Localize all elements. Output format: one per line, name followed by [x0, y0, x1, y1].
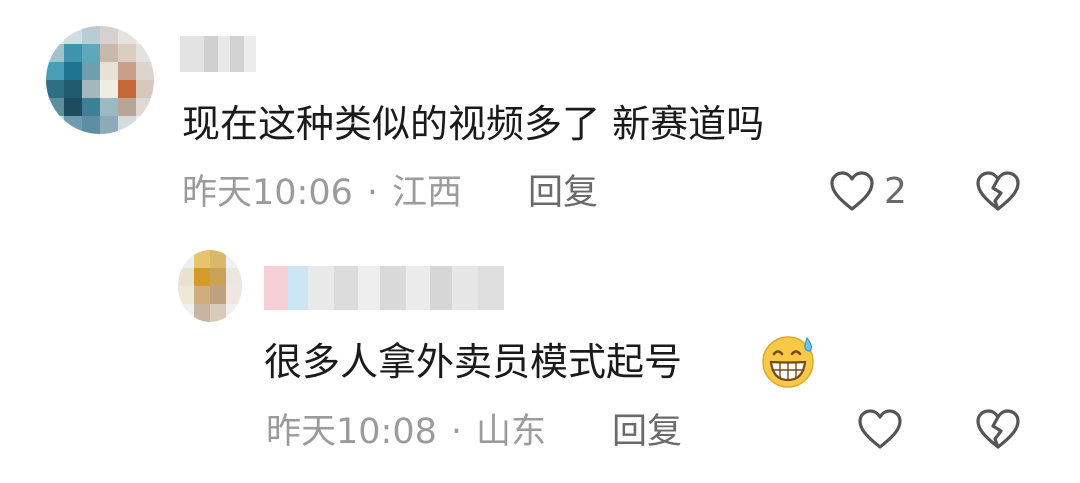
comment-location: 江西 — [392, 173, 463, 213]
meta-separator: · — [366, 173, 379, 213]
username-blurred[interactable] — [264, 266, 504, 310]
meta-separator: · — [450, 412, 463, 452]
like-count: 2 — [884, 171, 907, 212]
broken-heart-icon[interactable] — [974, 406, 1022, 454]
heart-outline-icon[interactable] — [828, 168, 876, 216]
reply-location: 山东 — [476, 412, 547, 452]
reply-button[interactable]: 回复 — [528, 173, 598, 213]
avatar[interactable] — [178, 250, 242, 322]
avatar[interactable] — [46, 26, 154, 134]
comment-time: 昨天10:06 — [182, 173, 353, 213]
username-blurred[interactable] — [180, 36, 256, 72]
heart-outline-icon[interactable] — [856, 406, 904, 454]
reply-button[interactable]: 回复 — [612, 412, 682, 452]
reply-text: 很多人拿外卖员模式起号 — [264, 340, 683, 384]
reply-meta: 昨天10:08 · 山东 — [266, 412, 546, 452]
grinning-sweat-emoji — [762, 336, 814, 388]
reply-time: 昨天10:08 — [266, 412, 437, 452]
comment-text: 现在这种类似的视频多了 新赛道吗 — [182, 102, 765, 146]
broken-heart-icon[interactable] — [974, 168, 1022, 216]
comment-meta: 昨天10:06 · 江西 — [182, 173, 462, 213]
